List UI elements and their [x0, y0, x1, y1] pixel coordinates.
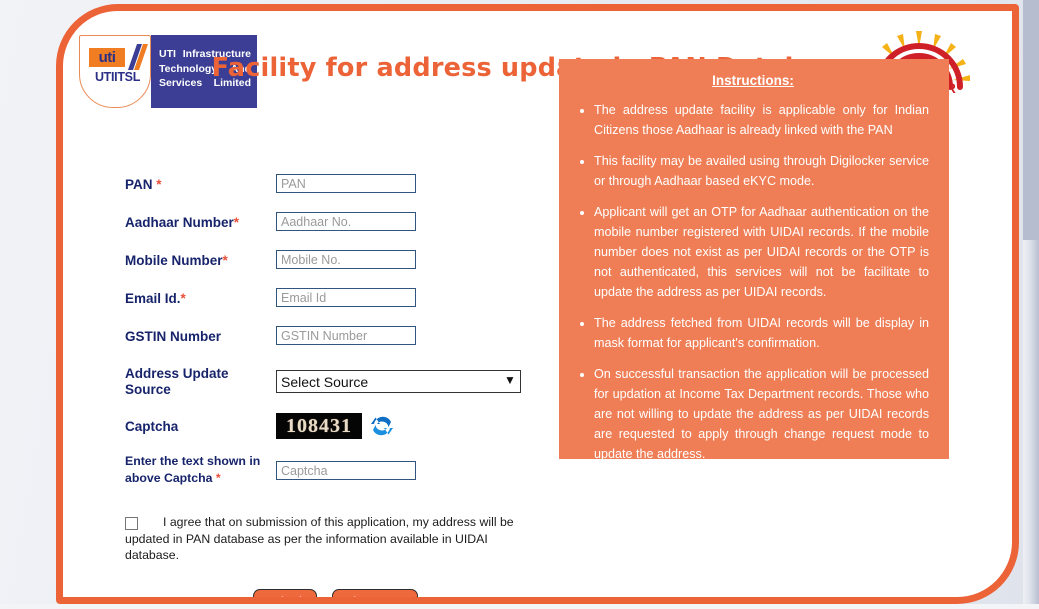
required-asterisk: *	[212, 471, 221, 485]
label-pan: PAN *	[125, 177, 275, 193]
agreement-row: I agree that on submission of this appli…	[125, 514, 515, 564]
submit-button[interactable]: Submit	[253, 589, 318, 597]
email-id-input[interactable]	[276, 288, 416, 307]
field-row-aadhaar: Aadhaar Number*	[125, 215, 275, 231]
agreement-checkbox[interactable]	[125, 517, 138, 530]
mobile-number-input[interactable]	[276, 250, 416, 269]
refresh-icon[interactable]	[368, 413, 396, 439]
instructions-panel: Instructions: The address update facilit…	[559, 59, 949, 461]
label-captcha-entry: Enter the text shown in above Captcha *	[125, 453, 285, 487]
captcha-image: 108431	[276, 413, 362, 439]
field-row-captcha: Captcha	[125, 419, 275, 435]
field-row-gstin: GSTIN Number	[125, 329, 275, 345]
label-mobile-text: Mobile Number	[125, 253, 223, 268]
instruction-item: Applicant will get an OTP for Aadhaar au…	[594, 202, 929, 302]
required-asterisk: *	[222, 253, 228, 268]
required-asterisk: *	[233, 215, 240, 230]
label-captcha-entry-line2: above Captcha	[125, 471, 213, 485]
label-source-line2: Source	[125, 382, 171, 397]
instructions-list: The address update facility is applicabl…	[577, 100, 929, 464]
field-row-captcha-entry: Enter the text shown in above Captcha *	[125, 453, 285, 487]
form-buttons: Submit Clear Data	[253, 589, 428, 597]
aadhaar-number-input[interactable]	[276, 212, 416, 231]
label-captcha-entry-line2-wrap: above Captcha *	[125, 470, 285, 487]
bottom-strip	[0, 604, 1039, 609]
address-update-source-select[interactable]: Select Source Digilocker Aadhaar based e…	[276, 370, 521, 393]
required-asterisk: *	[152, 177, 162, 192]
label-captcha-entry-line1: Enter the text shown in	[125, 454, 261, 468]
agreement-text: I agree that on submission of this appli…	[125, 515, 514, 562]
label-source-line1: Address Update	[125, 366, 229, 381]
label-email-id: Email Id.*	[125, 291, 275, 307]
instruction-item: On successful transaction the applicatio…	[594, 364, 929, 464]
instructions-title: Instructions:	[712, 73, 794, 88]
label-email-text: Email Id.	[125, 291, 181, 306]
label-address-update-source: Address Update Source	[125, 366, 275, 398]
page-scrollbar[interactable]	[1023, 0, 1039, 609]
label-gstin-number: GSTIN Number	[125, 329, 222, 344]
label-aadhaar-text: Aadhaar Number	[125, 215, 234, 230]
gstin-number-input[interactable]	[276, 326, 416, 345]
label-mobile-number: Mobile Number*	[125, 253, 275, 269]
required-asterisk: *	[180, 291, 186, 306]
label-aadhaar-number: Aadhaar Number*	[125, 215, 275, 231]
label-pan-text: PAN	[125, 177, 153, 192]
pan-input[interactable]	[276, 174, 416, 193]
page-frame: uti UTIITSL UTI Infrastructure Technolog…	[56, 4, 1019, 604]
scrollbar-thumb[interactable]	[1023, 0, 1039, 240]
field-row-pan: PAN *	[125, 177, 275, 193]
instruction-item: The address update facility is applicabl…	[594, 100, 929, 140]
instruction-item: The address fetched from UIDAI records w…	[594, 313, 929, 353]
captcha-input[interactable]	[276, 461, 416, 480]
clear-data-button[interactable]: Clear Data	[331, 589, 419, 597]
label-captcha: Captcha	[125, 419, 179, 434]
field-row-source: Address Update Source	[125, 366, 275, 398]
field-row-mobile: Mobile Number*	[125, 253, 275, 269]
instruction-item: This facility may be availed using throu…	[594, 151, 929, 191]
field-row-email: Email Id.*	[125, 291, 275, 307]
